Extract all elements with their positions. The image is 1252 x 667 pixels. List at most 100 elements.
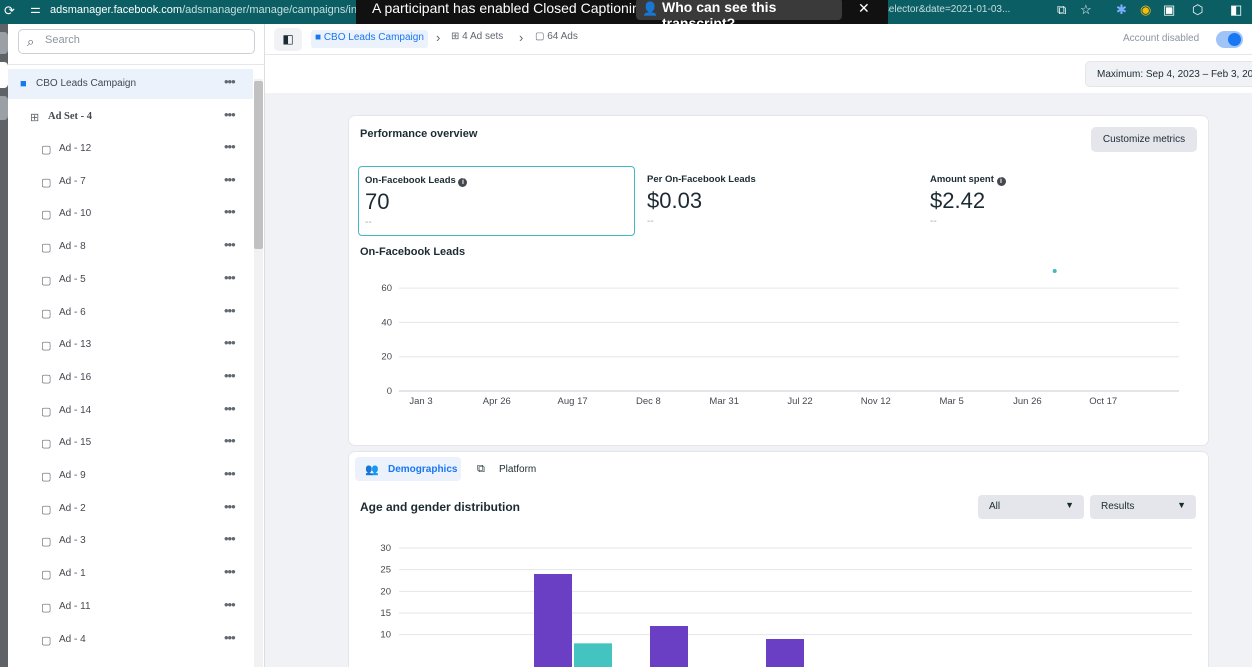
more-icon[interactable]: ••• <box>224 237 236 252</box>
more-icon[interactable]: ••• <box>224 499 236 514</box>
x-tick-label: Jan 3 <box>409 396 432 407</box>
rail-tab[interactable] <box>0 32 8 54</box>
account-toggle[interactable] <box>1216 31 1243 48</box>
more-icon[interactable]: ••• <box>224 630 236 645</box>
filter-all-dropdown[interactable]: All ▼ <box>978 495 1084 519</box>
age-gender-chart: 10 15 20 25 30 <box>380 543 1192 667</box>
puzzle-icon[interactable]: ⬡ <box>1192 2 1203 18</box>
extension-box-icon[interactable]: ▣ <box>1163 2 1175 18</box>
extension-icon[interactable]: ✱ <box>1116 2 1127 18</box>
address-bar[interactable]: adsmanager.facebook.com/adsmanager/manag… <box>50 4 386 16</box>
ad-icon: ▢ <box>41 471 52 483</box>
more-icon[interactable]: ••• <box>224 466 236 481</box>
account-status: Account disabled <box>1123 33 1200 44</box>
tree-item-ad[interactable]: ▢ Ad - 16 ••• <box>8 363 253 393</box>
more-icon[interactable]: ••• <box>224 564 236 579</box>
date-band: Maximum: Sep 4, 2023 – Feb 3, 2024 <box>265 55 1252 93</box>
tree-item-ad[interactable]: ▢ Ad - 4 ••• <box>8 625 253 655</box>
metric-label: On-Facebook Leads i <box>365 175 468 187</box>
chrome-icon[interactable]: ◉ <box>1140 2 1151 18</box>
bookmark-star-icon[interactable]: ☆ <box>1080 2 1092 18</box>
more-icon[interactable]: ••• <box>224 270 236 285</box>
tree-item-adset[interactable]: ⊞ Ad Set - 4 ••• <box>8 102 253 132</box>
tree-item-ad[interactable]: ▢ Ad - 9 ••• <box>8 461 253 491</box>
search-box[interactable]: ⌕ <box>18 29 255 54</box>
x-tick-label: Nov 12 <box>861 396 891 407</box>
sidebar-scroll-thumb[interactable] <box>254 81 263 249</box>
tree-item-ad[interactable]: ▢ Ad - 11 ••• <box>8 592 253 622</box>
tree-item-ad[interactable]: ▢ Ad - 3 ••• <box>8 526 253 556</box>
ad-icon: ▢ <box>41 340 52 353</box>
y-tick-label: 25 <box>380 565 391 576</box>
tab-platform[interactable]: ⧉ Platform <box>467 457 547 481</box>
more-icon[interactable]: ••• <box>224 204 236 219</box>
tree-item-ad[interactable]: ▢ Ad - 2 ••• <box>8 494 253 524</box>
metric-leads[interactable]: On-Facebook Leads i 70 -- <box>358 166 635 236</box>
sidebar-toggle-icon[interactable]: ◧ <box>274 28 302 51</box>
metric-label-text: On-Facebook Leads <box>365 175 456 186</box>
caret-down-icon: ▼ <box>1065 500 1074 510</box>
tree-item-label: Ad - 11 <box>59 600 91 612</box>
site-settings-icon[interactable]: ⚌ <box>30 2 41 16</box>
tree-item-ad[interactable]: ▢ Ad - 7 ••• <box>8 167 253 197</box>
side-panel-icon[interactable]: ◧ <box>1230 2 1242 18</box>
metric-cost-per-lead[interactable]: Per On-Facebook Leads $0.03 -- <box>641 166 918 236</box>
tree-item-ad[interactable]: ▢ Ad - 6 ••• <box>8 298 253 328</box>
tree-item-ad[interactable]: ▢ Ad - 12 ••• <box>8 134 253 164</box>
more-icon[interactable]: ••• <box>224 597 236 612</box>
who-can-see-button[interactable]: 👤 Who can see this transcript? <box>636 0 842 31</box>
date-range-button[interactable]: Maximum: Sep 4, 2023 – Feb 3, 2024 <box>1085 61 1252 87</box>
more-icon[interactable]: ••• <box>224 401 236 416</box>
tree-item-ad[interactable]: ▢ Ad - 15 ••• <box>8 428 253 458</box>
bar <box>574 643 612 667</box>
x-tick-label: Aug 17 <box>558 396 588 407</box>
folder-icon: ■ <box>315 32 322 43</box>
more-icon[interactable]: ••• <box>224 303 236 318</box>
sidebar-divider <box>8 64 265 65</box>
data-point <box>1052 269 1057 273</box>
search-input[interactable] <box>45 34 245 46</box>
cast-icon[interactable]: ⧉ <box>1057 2 1066 18</box>
people-icon: 👥 <box>365 464 379 476</box>
rail-tab[interactable] <box>0 96 8 120</box>
more-icon[interactable]: ••• <box>224 74 236 89</box>
tree-item-campaign[interactable]: ■ CBO Leads Campaign ••• <box>8 69 253 99</box>
more-icon[interactable]: ••• <box>224 531 236 546</box>
tree-item-ad[interactable]: ▢ Ad - 13 ••• <box>8 330 253 360</box>
more-icon[interactable]: ••• <box>224 139 236 154</box>
info-icon[interactable]: i <box>996 177 1006 186</box>
x-tick-label: Mar 31 <box>709 396 739 407</box>
tree-item-ad[interactable]: ▢ Ad - 14 ••• <box>8 396 253 426</box>
more-icon[interactable]: ••• <box>224 107 236 122</box>
x-tick-label: Jun 26 <box>1013 396 1042 407</box>
breadcrumb-adsets[interactable]: ⊞ 4 Ad sets <box>451 31 503 49</box>
more-icon[interactable]: ••• <box>224 335 236 350</box>
search-icon: ⌕ <box>27 34 35 49</box>
customize-metrics-button[interactable]: Customize metrics <box>1091 127 1197 152</box>
campaign-sidebar: ⌕ ■ CBO Leads Campaign ••• ⊞ Ad Set - 4 … <box>8 24 265 667</box>
performance-card: Performance overview Customize metrics O… <box>349 116 1208 445</box>
more-icon[interactable]: ••• <box>224 433 236 448</box>
breadcrumb-campaign[interactable]: ■ CBO Leads Campaign <box>311 30 428 48</box>
metric-label-text: Amount spent <box>930 174 994 185</box>
x-tick-label: Dec 8 <box>636 396 661 407</box>
tab-label: Platform <box>499 464 537 475</box>
info-icon[interactable]: i <box>458 178 468 187</box>
breadcrumb-ads[interactable]: ▢ 64 Ads <box>535 31 578 49</box>
reload-icon[interactable]: ⟳ <box>4 3 15 19</box>
dropdown-label: Results <box>1101 501 1135 512</box>
rail-tab-active[interactable] <box>0 62 8 88</box>
tree-item-ad[interactable]: ▢ Ad - 1 ••• <box>8 559 253 589</box>
tree-item-ad[interactable]: ▢ Ad - 5 ••• <box>8 265 253 295</box>
tab-demographics[interactable]: 👥 Demographics <box>355 457 461 481</box>
tree-item-ad[interactable]: ▢ Ad - 8 ••• <box>8 232 253 262</box>
tree-item-ad[interactable]: ▢ Ad - 10 ••• <box>8 199 253 229</box>
x-tick-label: Jul 22 <box>787 396 812 407</box>
more-icon[interactable]: ••• <box>224 368 236 383</box>
metric-amount-spent[interactable]: Amount spent i $2.42 -- <box>924 166 1201 236</box>
close-icon[interactable]: ✕ <box>858 0 870 17</box>
tree-item-label: Ad - 15 <box>59 437 92 449</box>
filter-results-dropdown[interactable]: Results ▼ <box>1090 495 1196 519</box>
more-icon[interactable]: ••• <box>224 172 236 187</box>
y-tick-label: 0 <box>387 386 392 397</box>
